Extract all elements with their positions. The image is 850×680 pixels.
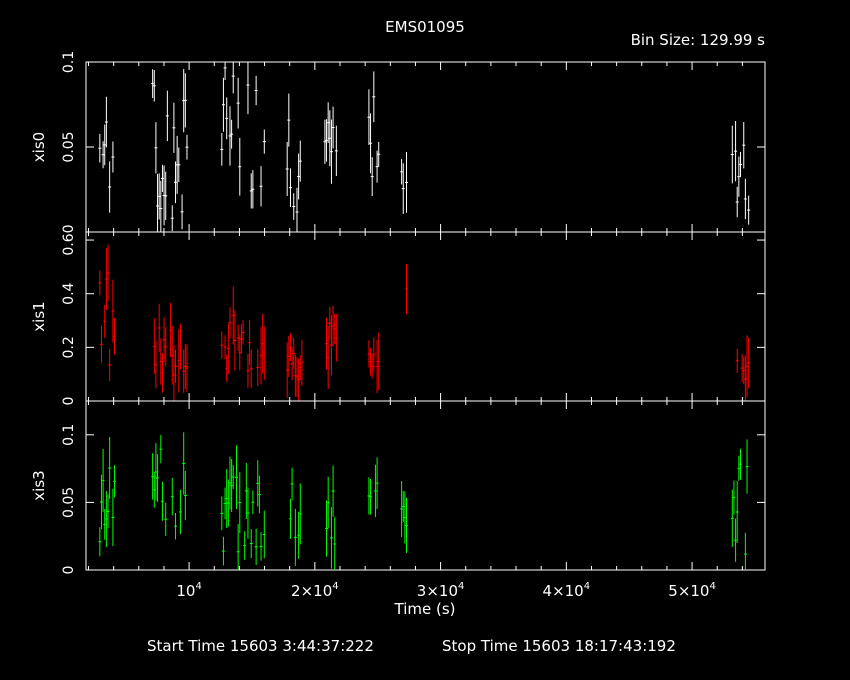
- x-tick-label: 104: [176, 581, 201, 600]
- x-tick-labels: 104 2×104 3×104 4×104 5×104: [176, 581, 715, 600]
- x-tick-label: 5×104: [668, 581, 716, 600]
- x-tick-label: 3×104: [417, 581, 465, 600]
- stop-time-label: Stop Time 15603 18:17:43:192: [442, 637, 676, 655]
- y-tick-label: 0.60: [61, 224, 77, 255]
- x-tick-label: 4×104: [543, 581, 591, 600]
- x-axis-label: Time (s): [394, 600, 456, 618]
- panel-xis1: 0 0.2 0.4 0.60 xis1: [30, 224, 766, 406]
- y-tick-label: 0.2: [61, 336, 77, 358]
- y-axis-label: xis1: [30, 301, 48, 331]
- bin-size-label: Bin Size: 129.99 s: [631, 31, 766, 49]
- start-time-label: Start Time 15603 3:44:37:222: [147, 637, 374, 655]
- y-tick-label: 0.05: [61, 131, 77, 162]
- panel-frame: [85, 231, 766, 402]
- panel-xis0: 0.05 0.1 xis0: [30, 51, 766, 233]
- y-tick-label: 0.1: [61, 51, 77, 73]
- y-axis-label: xis0: [30, 132, 48, 162]
- y-tick-label: 0.4: [61, 282, 77, 304]
- series-xis1: [98, 244, 751, 401]
- y-tick-label: 0: [61, 566, 77, 575]
- y-tick-label: 0: [61, 397, 77, 406]
- chart-title: EMS01095: [385, 18, 465, 36]
- y-tick-label: 0.05: [61, 487, 77, 518]
- series-xis3: [98, 432, 749, 570]
- panel-frame: [85, 400, 766, 571]
- y-tick-label: 0.1: [61, 424, 77, 446]
- x-tick-label: 2×104: [291, 581, 339, 600]
- light-curve-chart: EMS01095 Bin Size: 129.99 s 0.050.1xis00…: [30, 18, 766, 655]
- series-xis0: [98, 62, 751, 232]
- panels: 0.05 0.1 xis0 0 0.2 0.4 0.60 xis1 0 0.05 0.1 xis3: [30, 51, 766, 575]
- panel-xis3: 0 0.05 0.1 xis3: [30, 400, 766, 575]
- y-axis-label: xis3: [30, 470, 48, 500]
